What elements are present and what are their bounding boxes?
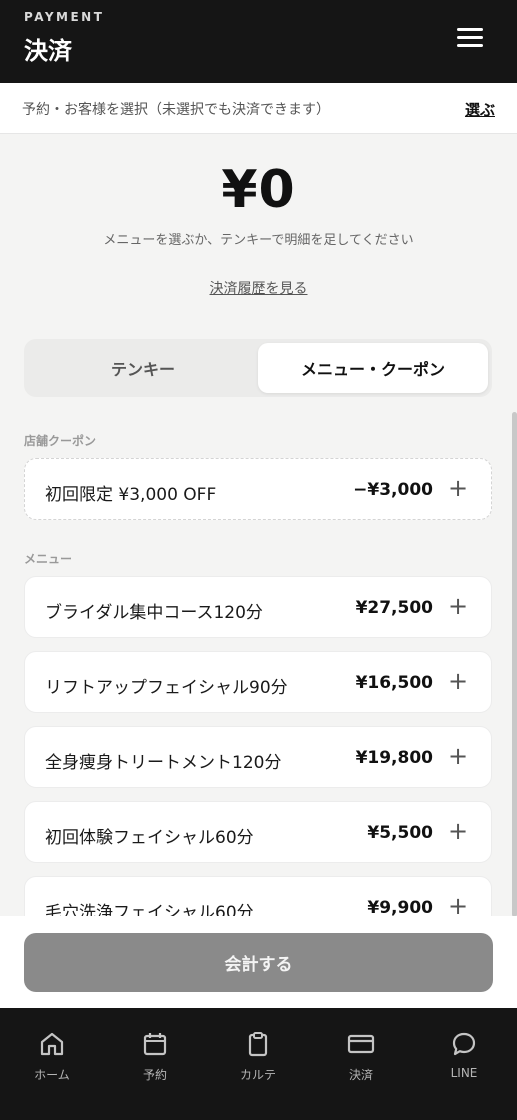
amount-hint: メニューを選ぶか、テンキーで明細を足してください xyxy=(103,233,414,248)
total-amount: ¥0 xyxy=(221,160,296,220)
menu-item-price: ¥19,800 xyxy=(355,748,433,768)
menu-item-price: ¥5,500 xyxy=(367,823,433,843)
coupon-section-label: 店舗クーポン xyxy=(24,434,97,448)
bottom-nav: ホーム 予約 カルテ 決済 LINE xyxy=(0,1008,517,1120)
checkout-button[interactable]: 会計する xyxy=(24,933,493,992)
menu-item-price: ¥16,500 xyxy=(355,673,433,693)
coupon-price: −¥3,000 xyxy=(353,480,433,500)
nav-label: 決済 xyxy=(348,1068,373,1082)
chat-bubble-icon xyxy=(452,1032,476,1056)
menu-item-name: 初回体験フェイシャル60分 xyxy=(45,828,254,848)
nav-label: カルテ xyxy=(239,1068,276,1082)
select-button[interactable]: 選ぶ xyxy=(465,99,495,120)
select-hint: 予約・お客様を選択（未選択でも決済できます） xyxy=(22,102,330,118)
menu-item[interactable]: 初回体験フェイシャル60分 ¥5,500 + xyxy=(24,801,492,863)
menu-item[interactable]: 全身痩身トリートメント120分 ¥19,800 + xyxy=(24,726,492,788)
menu-item-name: リフトアップフェイシャル90分 xyxy=(45,678,288,698)
clipboard-icon xyxy=(248,1032,268,1057)
coupon-name: 初回限定 ¥3,000 OFF xyxy=(45,485,217,505)
menu-item[interactable]: ブライダル集中コース120分 ¥27,500 + xyxy=(24,576,492,638)
page-title: 決済 xyxy=(24,37,72,65)
tab-tenkey[interactable]: テンキー xyxy=(28,343,258,393)
nav-item-line[interactable]: LINE xyxy=(424,1030,504,1080)
menu-item-price: ¥27,500 xyxy=(355,598,433,618)
nav-label: ホーム xyxy=(34,1068,70,1082)
plus-icon[interactable]: + xyxy=(445,741,471,771)
plus-icon[interactable]: + xyxy=(445,666,471,696)
checkout-area: 会計する xyxy=(0,916,517,1008)
plus-icon[interactable]: + xyxy=(445,591,471,621)
calendar-icon xyxy=(143,1033,167,1056)
payment-history-link[interactable]: 決済履歴を見る xyxy=(0,278,517,298)
menu-item-name: ブライダル集中コース120分 xyxy=(45,603,263,623)
menu-item-price: ¥9,900 xyxy=(367,898,433,918)
home-icon xyxy=(40,1032,64,1056)
nav-item-home[interactable]: ホーム xyxy=(12,1030,92,1083)
header-kicker: PAYMENT xyxy=(24,10,105,24)
tab-menu-coupon[interactable]: メニュー・クーポン xyxy=(258,343,488,393)
plus-icon[interactable]: + xyxy=(445,816,471,846)
hamburger-menu-icon[interactable] xyxy=(457,28,483,48)
app-header: PAYMENT 決済 xyxy=(0,0,517,83)
menu-item-name: 全身痩身トリートメント120分 xyxy=(45,753,282,773)
nav-label: LINE xyxy=(450,1066,478,1080)
plus-icon[interactable]: + xyxy=(445,473,471,503)
customer-select-bar: 予約・お客様を選択（未選択でも決済できます） 選ぶ xyxy=(0,83,517,134)
nav-label: 予約 xyxy=(142,1068,167,1082)
nav-item-karte[interactable]: カルテ xyxy=(218,1030,298,1083)
card-icon xyxy=(347,1034,375,1054)
nav-item-reservation[interactable]: 予約 xyxy=(115,1030,195,1083)
mode-tabs: テンキー メニュー・クーポン xyxy=(24,339,492,397)
menu-section-label: メニュー xyxy=(24,552,73,566)
coupon-item[interactable]: 初回限定 ¥3,000 OFF −¥3,000 + xyxy=(24,458,492,520)
menu-item[interactable]: リフトアップフェイシャル90分 ¥16,500 + xyxy=(24,651,492,713)
scrollbar[interactable] xyxy=(512,412,517,917)
nav-item-payment[interactable]: 決済 xyxy=(321,1030,401,1083)
